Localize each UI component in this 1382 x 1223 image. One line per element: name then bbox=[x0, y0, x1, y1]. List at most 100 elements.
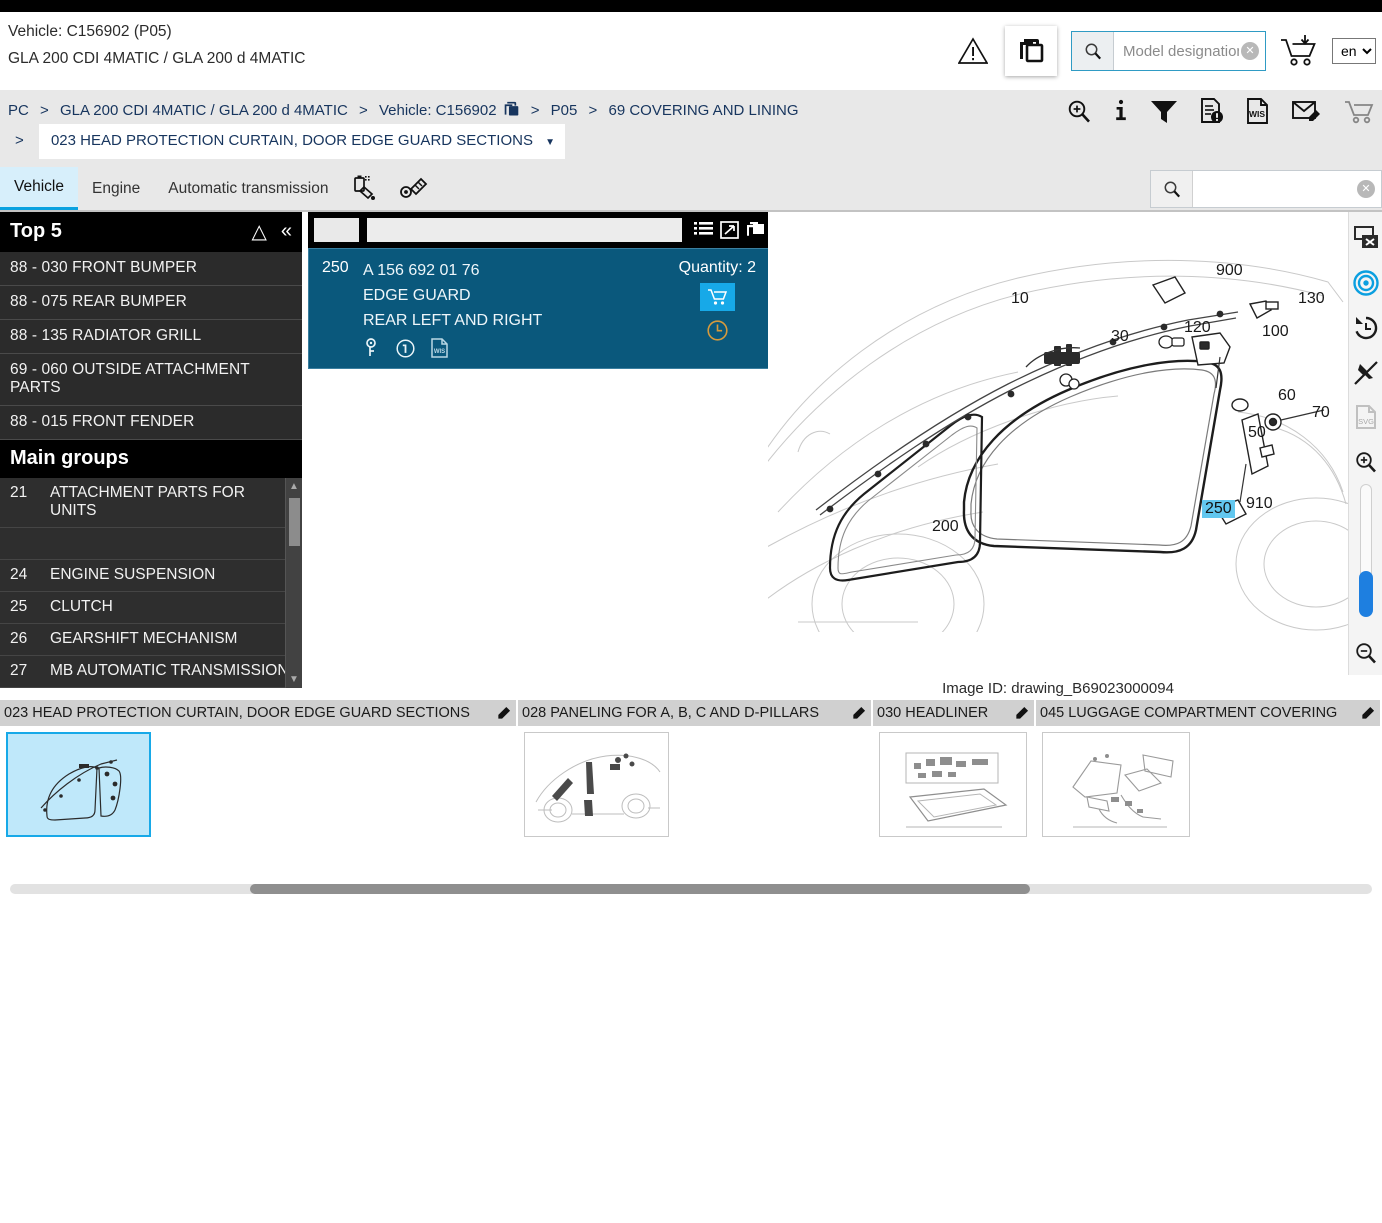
top5-item[interactable]: 88 - 075 REAR BUMPER bbox=[0, 286, 302, 320]
edit-icon[interactable] bbox=[496, 706, 511, 721]
paint-code-icon[interactable] bbox=[342, 167, 390, 210]
top5-item[interactable]: 88 - 135 RADIATOR GRILL bbox=[0, 320, 302, 354]
main-group-item[interactable]: 25 CLUTCH bbox=[0, 592, 302, 624]
language-select[interactable]: en bbox=[1332, 38, 1376, 64]
main-group-item[interactable]: 24 ENGINE SUSPENSION bbox=[0, 560, 302, 592]
top5-item[interactable]: 69 - 060 OUTSIDE ATTACHMENT PARTS bbox=[0, 354, 302, 406]
info-icon[interactable] bbox=[1114, 98, 1128, 124]
cart-icon[interactable] bbox=[1344, 98, 1374, 124]
wis-icon[interactable]: WIS bbox=[431, 338, 449, 358]
mail-edit-icon[interactable] bbox=[1292, 98, 1322, 124]
callout-label-selected[interactable]: 250 bbox=[1202, 500, 1235, 518]
history-undo-icon[interactable] bbox=[1349, 305, 1382, 350]
drawing-toolbar: SVG bbox=[1348, 212, 1382, 675]
breadcrumb-item-pc[interactable]: PC bbox=[8, 102, 29, 119]
breadcrumb-item-p05[interactable]: P05 bbox=[551, 102, 578, 119]
parts-search[interactable]: ✕ bbox=[1150, 170, 1382, 208]
part-row[interactable]: 250 A 156 692 01 76 EDGE GUARD REAR LEFT… bbox=[308, 248, 771, 369]
search-icon bbox=[1151, 171, 1193, 207]
document-alert-icon[interactable] bbox=[1200, 98, 1224, 124]
thumbnail-030[interactable] bbox=[879, 732, 1027, 837]
car-diagram bbox=[768, 259, 1348, 632]
wis-document-icon[interactable]: WIS bbox=[1246, 98, 1270, 124]
part-position: 250 bbox=[322, 259, 349, 276]
copy-documents-icon[interactable] bbox=[1005, 26, 1057, 76]
main-group-item[interactable]: 27 MB AUTOMATIC TRANSMISSION bbox=[0, 656, 302, 688]
edit-icon[interactable] bbox=[851, 706, 866, 721]
zoom-out-icon[interactable] bbox=[1349, 630, 1382, 675]
zoom-in-icon[interactable] bbox=[1066, 98, 1092, 124]
main-group-label: CLUTCH bbox=[50, 598, 113, 615]
breadcrumb-item-model[interactable]: GLA 200 CDI 4MATIC / GLA 200 d 4MATIC bbox=[60, 102, 348, 119]
clock-icon[interactable] bbox=[679, 319, 756, 342]
add-part-to-cart-button[interactable] bbox=[699, 283, 735, 311]
breadcrumb-copy-icon[interactable] bbox=[503, 101, 520, 118]
scroll-down-icon[interactable]: ▼ bbox=[289, 671, 299, 688]
clear-parts-search-icon[interactable]: ✕ bbox=[1357, 180, 1375, 198]
main-groups-header: Main groups bbox=[0, 440, 302, 478]
breadcrumb-item-vehicle[interactable]: Vehicle: C156902 bbox=[379, 102, 497, 119]
strip-header-label: 028 PANELING FOR A, B, C AND D-PILLARS bbox=[522, 705, 820, 721]
main-group-label: ATTACHMENT PARTS FOR UNITS bbox=[50, 484, 245, 519]
thumbnail-028[interactable] bbox=[524, 732, 669, 837]
main-groups-scrollbar[interactable]: ▲ ▼ bbox=[285, 478, 302, 688]
breadcrumb-bar: PC > GLA 200 CDI 4MATIC / GLA 200 d 4MAT… bbox=[0, 90, 1382, 167]
main-group-item[interactable]: 26 GEARSHIFT MECHANISM bbox=[0, 624, 302, 656]
clear-model-search-icon[interactable]: ✕ bbox=[1241, 42, 1259, 60]
strip-header-030[interactable]: 030 HEADLINER bbox=[873, 700, 1036, 726]
unpin-icon[interactable] bbox=[1349, 350, 1382, 395]
tab-automatic-transmission[interactable]: Automatic transmission bbox=[154, 167, 342, 210]
tab-engine[interactable]: Engine bbox=[78, 167, 154, 210]
tab-vehicle[interactable]: Vehicle bbox=[0, 167, 78, 210]
breadcrumb-separator: > bbox=[530, 102, 540, 119]
info-circle-icon[interactable] bbox=[396, 338, 415, 358]
horizontal-scrollbar-thumb[interactable] bbox=[250, 884, 1030, 894]
duplicate-icon[interactable] bbox=[746, 221, 765, 239]
top5-item[interactable]: 88 - 030 FRONT BUMPER bbox=[0, 252, 302, 286]
work-area: Top 5 △ « 88 - 030 FRONT BUMPER 88 - 075… bbox=[0, 212, 1382, 697]
strip-header-028[interactable]: 028 PANELING FOR A, B, C AND D-PILLARS bbox=[518, 700, 873, 726]
expand-icon[interactable] bbox=[720, 221, 739, 239]
callout-label: 10 bbox=[1011, 290, 1029, 307]
model-search[interactable]: ✕ bbox=[1071, 31, 1266, 71]
strip-header-023[interactable]: 023 HEAD PROTECTION CURTAIN, DOOR EDGE G… bbox=[0, 700, 518, 726]
edit-icon[interactable] bbox=[1360, 706, 1375, 721]
zoom-slider-track[interactable] bbox=[1358, 484, 1373, 618]
scrollbar-thumb[interactable] bbox=[289, 498, 300, 546]
filter-icon[interactable] bbox=[1150, 98, 1178, 124]
zoom-slider-thumb[interactable] bbox=[1358, 571, 1373, 618]
list-view-icon[interactable] bbox=[694, 221, 713, 239]
thumbnail-023[interactable] bbox=[6, 732, 151, 837]
scroll-up-icon[interactable]: ▲ bbox=[289, 478, 299, 495]
strip-header-045[interactable]: 045 LUGGAGE COMPARTMENT COVERING bbox=[1036, 700, 1382, 726]
callout-label: 120 bbox=[1184, 319, 1211, 336]
main-group-item[interactable]: 21 ATTACHMENT PARTS FOR UNITS bbox=[0, 478, 302, 528]
image-id-label: Image ID: drawing_B69023000094 bbox=[942, 680, 1174, 697]
equipment-code-icon[interactable] bbox=[390, 167, 438, 210]
zoom-slider[interactable] bbox=[1349, 484, 1382, 618]
zoom-in-icon[interactable] bbox=[1349, 440, 1382, 485]
part-drawing[interactable]: 900 10 130 30 120 100 60 70 50 910 250 2… bbox=[768, 212, 1348, 632]
horizontal-scrollbar[interactable] bbox=[10, 884, 1372, 894]
thumbnail-045[interactable] bbox=[1042, 732, 1190, 837]
callout-label: 30 bbox=[1111, 328, 1129, 345]
parts-header-cell-left bbox=[314, 218, 359, 242]
top5-item[interactable]: 88 - 015 FRONT FENDER bbox=[0, 406, 302, 440]
strip-thumbnails bbox=[0, 726, 1382, 866]
close-window-icon[interactable] bbox=[1349, 216, 1382, 261]
main-group-item[interactable] bbox=[0, 528, 302, 560]
key-icon[interactable] bbox=[363, 338, 380, 358]
breadcrumb-current-dropdown[interactable]: 023 HEAD PROTECTION CURTAIN, DOOR EDGE G… bbox=[38, 124, 566, 159]
svg-export-icon[interactable]: SVG bbox=[1349, 395, 1382, 440]
parts-search-input[interactable] bbox=[1193, 171, 1381, 207]
main-group-number: 21 bbox=[10, 484, 28, 501]
double-chevron-left-icon[interactable]: « bbox=[281, 220, 292, 243]
warning-triangle-icon[interactable] bbox=[949, 37, 997, 65]
add-to-cart-icon[interactable] bbox=[1266, 33, 1332, 69]
edit-icon[interactable] bbox=[1014, 706, 1029, 721]
main-groups-list: 21 ATTACHMENT PARTS FOR UNITS 24 ENGINE … bbox=[0, 478, 302, 688]
target-icon[interactable] bbox=[1349, 261, 1382, 306]
breadcrumb-item-group[interactable]: 69 COVERING AND LINING bbox=[608, 102, 798, 119]
chevron-up-icon[interactable]: △ bbox=[251, 219, 266, 244]
callout-label: 60 bbox=[1278, 387, 1296, 404]
